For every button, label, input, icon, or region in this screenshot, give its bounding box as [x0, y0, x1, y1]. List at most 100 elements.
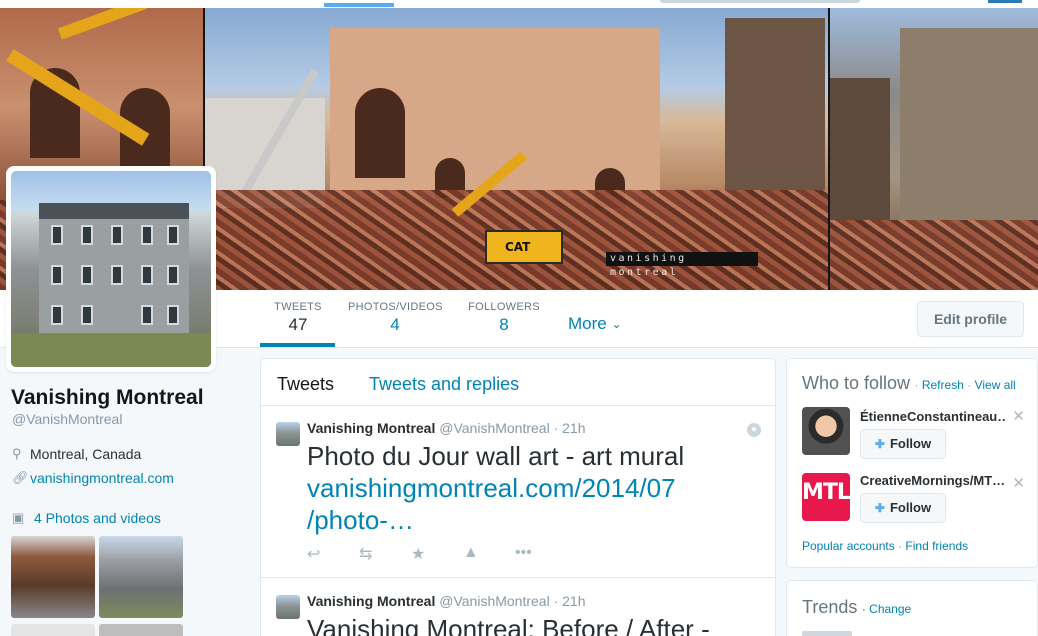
trash-icon[interactable]: ▲	[463, 544, 515, 564]
more-dropdown[interactable]: More ⌄	[568, 314, 622, 334]
trends-module: Trends · Change	[786, 580, 1038, 636]
banner-ruin	[900, 28, 1038, 228]
avatar-window	[81, 225, 93, 245]
tweet-author-name[interactable]: Vanishing Montreal	[307, 420, 435, 436]
suggestion-name[interactable]: ÉtienneConstantineau…	[860, 409, 1005, 424]
stat-tweets[interactable]: TWEETS 47	[262, 301, 334, 335]
stat-label: PHOTOS/VIDEOS	[348, 301, 443, 313]
more-icon[interactable]: •••	[515, 544, 567, 564]
photo-thumbnail[interactable]	[11, 624, 95, 636]
tweet-timestamp[interactable]: · 21h	[554, 593, 586, 609]
globe-icon: ●	[747, 423, 761, 437]
photo-thumbnail[interactable]	[11, 536, 95, 618]
photo-thumbnail[interactable]	[99, 536, 183, 618]
edit-profile-button[interactable]: Edit profile	[917, 301, 1024, 337]
website-link[interactable]: vanishingmontreal.com	[30, 470, 174, 486]
photo-thumbnail[interactable]	[99, 624, 183, 636]
nav-active-indicator	[324, 3, 394, 7]
profile-name[interactable]: Vanishing Montreal	[11, 386, 204, 410]
camera-icon: ▣	[12, 510, 25, 525]
follow-button[interactable]: ✚ Follow	[860, 429, 946, 459]
suggestion-avatar[interactable]: MTL	[802, 473, 851, 521]
close-icon[interactable]: ✕	[1012, 474, 1025, 492]
stat-value: 47	[288, 315, 308, 334]
cat-logo: CAT	[505, 240, 531, 254]
tweet-link[interactable]: vanishingmontreal.com/2014/07	[307, 473, 676, 503]
stat-photos-videos[interactable]: PHOTOS/VIDEOS 4	[348, 301, 442, 335]
tweet-header: Vanishing Montreal @VanishMontreal · 21h	[307, 420, 586, 436]
popular-accounts-link[interactable]: Popular accounts	[802, 539, 895, 553]
stat-label: FOLLOWERS	[468, 301, 540, 313]
separator: ·	[914, 378, 919, 392]
separator: ·	[967, 378, 972, 392]
photos-videos-link[interactable]: 4 Photos and videos	[34, 510, 161, 526]
separator: ·	[898, 539, 903, 553]
tweet-actions: ↩ ⇆ ★ ▲ •••	[307, 544, 567, 564]
avatar-window	[167, 265, 179, 285]
search-field-edge[interactable]	[660, 0, 860, 3]
banner-ruin	[725, 18, 825, 218]
tweet-author-handle: @VanishMontreal	[439, 420, 550, 436]
profile-website: 🔗︎ vanishingmontreal.com	[12, 470, 174, 486]
close-icon[interactable]: ✕	[1012, 407, 1025, 425]
add-user-icon: ✚	[874, 501, 885, 515]
trend-item[interactable]	[802, 631, 852, 636]
map-pin-icon: ⚲	[12, 446, 22, 461]
tweet-author-handle: @VanishMontreal	[439, 593, 550, 609]
tweet-avatar[interactable]	[276, 595, 300, 619]
tweet-button-edge[interactable]	[988, 0, 1022, 3]
tweet-link-continued[interactable]: /photo-…	[307, 505, 414, 535]
excavator-arm	[57, 8, 147, 40]
tweet-text: Photo du Jour wall art - art mural vanis…	[307, 440, 757, 536]
tweet-text: Vanishing Montreal: Before / After -	[307, 614, 710, 636]
trends-header: Trends · Change	[802, 597, 912, 617]
avatar-window	[141, 305, 153, 325]
find-friends-link[interactable]: Find friends	[905, 539, 968, 553]
star-icon[interactable]: ★	[411, 544, 463, 564]
reply-icon[interactable]: ↩	[307, 544, 359, 564]
tweet-avatar[interactable]	[276, 422, 300, 446]
who-to-follow-module: Who to follow · Refresh · View all Étien…	[786, 358, 1038, 568]
chevron-down-icon: ⌄	[611, 317, 622, 331]
avatar-window	[111, 225, 123, 245]
profile-avatar[interactable]	[6, 166, 216, 372]
follow-button[interactable]: ✚ Follow	[860, 493, 946, 523]
top-nav-edge	[0, 0, 1038, 8]
suggestion-name[interactable]: CreativeMornings/MT…	[860, 473, 1005, 488]
avatar-ground	[11, 333, 211, 367]
refresh-link[interactable]: Refresh	[922, 378, 964, 392]
avatar-window	[51, 225, 63, 245]
tab-tweets[interactable]: Tweets	[277, 374, 334, 395]
retweet-icon[interactable]: ⇆	[359, 544, 411, 564]
tweet-author-name[interactable]: Vanishing Montreal	[307, 593, 435, 609]
tweet[interactable]: Vanishing Montreal @VanishMontreal · 21h…	[261, 406, 775, 578]
trends-title: Trends	[802, 597, 858, 617]
view-all-link[interactable]: View all	[975, 378, 1016, 392]
profile-location: ⚲ Montreal, Canada	[12, 446, 141, 462]
avatar-window	[167, 305, 179, 325]
link-icon: 🔗︎	[12, 470, 29, 485]
avatar-window	[51, 265, 63, 285]
timeline-tabs: Tweets Tweets and replies	[261, 359, 775, 406]
tweet-timestamp[interactable]: · 21h	[554, 420, 586, 436]
change-trends-link[interactable]: Change	[869, 602, 911, 616]
suggestion-avatar[interactable]	[802, 407, 850, 455]
who-to-follow-title: Who to follow	[802, 373, 911, 393]
banner-panel-center: CAT	[205, 8, 828, 290]
stat-followers[interactable]: FOLLOWERS 8	[468, 301, 540, 335]
tab-tweets-and-replies[interactable]: Tweets and replies	[369, 374, 519, 395]
who-to-follow-header: Who to follow · Refresh · View all	[802, 373, 1016, 394]
follow-label: Follow	[889, 500, 932, 515]
who-to-follow-footer: Popular accounts · Find friends	[802, 539, 968, 553]
tweet[interactable]: Vanishing Montreal @VanishMontreal · 21h…	[261, 579, 775, 636]
banner-rubble	[830, 220, 1038, 290]
more-label: More	[568, 314, 607, 333]
add-user-icon: ✚	[874, 437, 885, 451]
photos-videos-header: ▣ 4 Photos and videos	[12, 510, 161, 526]
banner-arch	[355, 88, 405, 178]
banner-watermark: vanishing montreal	[606, 252, 758, 278]
avatar-building	[39, 203, 189, 337]
avatar-window	[141, 265, 153, 285]
avatar-image	[11, 171, 211, 367]
profile-handle: @VanishMontreal	[12, 411, 123, 427]
